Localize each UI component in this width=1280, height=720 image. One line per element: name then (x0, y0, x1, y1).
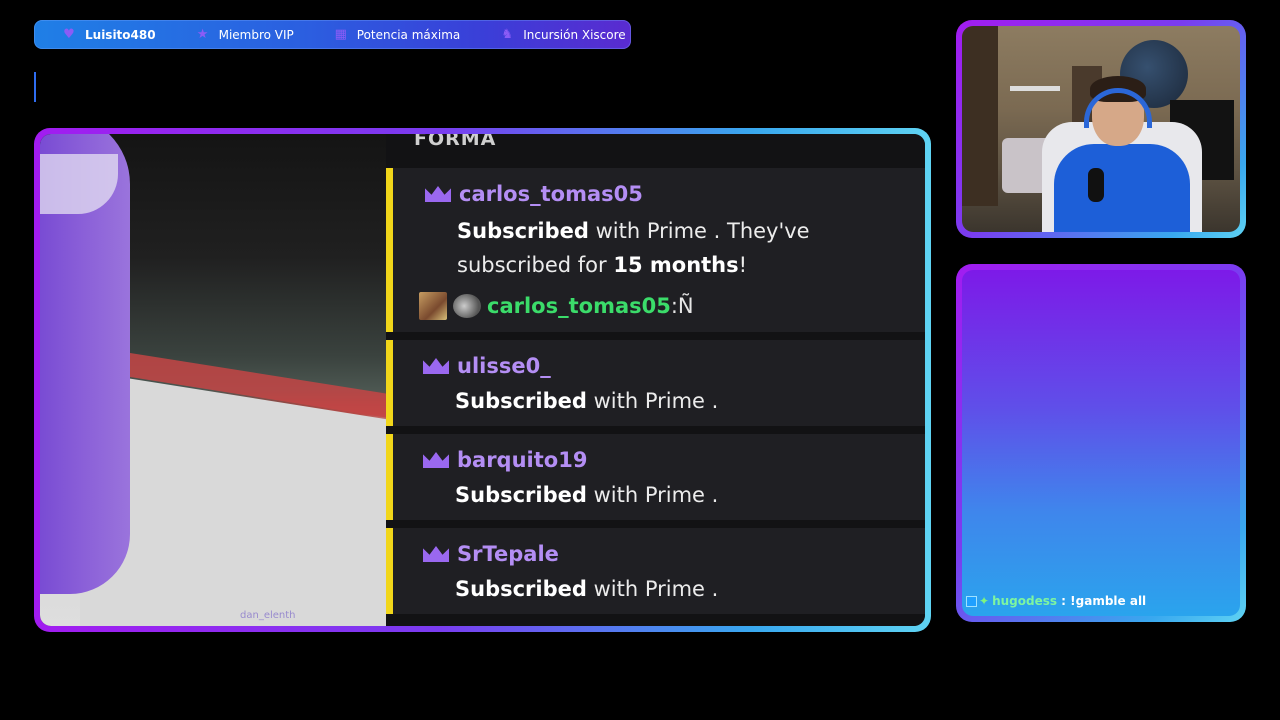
crown-icon (425, 186, 451, 202)
emote-badge-icon (453, 294, 481, 318)
gift-icon: ▦ (334, 27, 347, 42)
sub-message-rest: with Prime . (586, 389, 719, 413)
badge-icon (966, 595, 977, 607)
sub-message-bold: Subscribed (455, 389, 587, 413)
chat-overlay-separator: : (1057, 594, 1071, 608)
video-watermark: dan_elenth (240, 610, 296, 621)
webcam-shelf (1010, 86, 1060, 91)
crown-icon (423, 452, 449, 468)
crown-icon (423, 546, 449, 562)
sub-message-bold: Subscribed (455, 577, 587, 601)
main-video: dan_elenth FORMA carlos_tomas05 Subscrib… (40, 134, 925, 626)
chat-overlay-username: hugodess (992, 594, 1057, 608)
sub-message: Subscribed with Prime . (455, 384, 718, 418)
main-video-frame: dan_elenth FORMA carlos_tomas05 Subscrib… (34, 128, 931, 632)
sub-name-row: carlos_tomas05 (425, 182, 643, 206)
chat-text: Ñ (677, 294, 694, 318)
subscription-feed: FORMA carlos_tomas05 Subscribed with Pri… (386, 134, 925, 626)
sub-card: ulisse0_ Subscribed with Prime . (386, 340, 925, 426)
webcam-frame (956, 20, 1246, 238)
sub-card: carlos_tomas05 Subscribed with Prime . T… (386, 168, 925, 332)
sub-username: barquito19 (457, 448, 588, 472)
chat-message: ✦ hugodess : !gamble all (966, 594, 1146, 608)
heart-icon: ♥ (63, 27, 75, 42)
chat-overlay-frame: ✦ hugodess : !gamble all (956, 264, 1246, 622)
chat-overlay-text: !gamble all (1070, 594, 1147, 608)
alert-raid: ♞ Incursión Xiscore (500, 28, 625, 42)
sub-username: carlos_tomas05 (459, 182, 643, 206)
sub-badge-icon (419, 292, 447, 320)
sparkle-icon: ✦ (979, 594, 990, 608)
microphone-icon (1088, 168, 1104, 202)
alerts-bar: ♥ Luisito480 ★ Miembro VIP ▦ Potencia má… (34, 20, 631, 49)
sub-months: 15 months (613, 253, 739, 277)
sub-message-bold: Subscribed (455, 483, 587, 507)
crown-icon (423, 358, 449, 374)
alert-vip: ★ Miembro VIP (196, 28, 294, 42)
raid-icon: ♞ (501, 27, 514, 42)
alert-vip-label: Miembro VIP (218, 27, 294, 42)
star-icon: ★ (196, 27, 209, 42)
webcam-door (962, 26, 998, 206)
sub-name-row: ulisse0_ (423, 354, 551, 378)
game-scene: dan_elenth (40, 134, 400, 626)
webcam-feed (962, 26, 1240, 232)
streamer-shirt (1054, 144, 1190, 232)
alert-raid-label: Incursión Xiscore (523, 27, 626, 42)
sub-username: SrTepale (457, 542, 559, 566)
sub-message-rest: with Prime . They've (588, 219, 810, 243)
sub-card: barquito19 Subscribed with Prime . (386, 434, 925, 520)
sub-message-end: ! (738, 253, 748, 277)
alert-follower: ♥ Luisito480 (62, 27, 156, 42)
chat-separator: : (670, 294, 678, 318)
sub-card: SrTepale Subscribed with Prime . (386, 528, 925, 614)
alert-follower-label: Luisito480 (85, 27, 156, 42)
sub-message-line2: subscribed for (457, 253, 614, 277)
sub-message-rest: with Prime . (586, 483, 719, 507)
sub-message: Subscribed with Prime . (455, 572, 718, 606)
chat-overlay: ✦ hugodess : !gamble all (962, 270, 1240, 616)
sub-message-bold: Subscribed (457, 219, 589, 243)
sub-name-row: SrTepale (423, 542, 559, 566)
feed-header-fragment: FORMA (414, 134, 497, 150)
sub-message: Subscribed with Prime . They've subscrib… (457, 214, 810, 282)
chat-line: carlos_tomas05: Ñ (419, 292, 694, 320)
chat-username: carlos_tomas05 (487, 294, 671, 318)
sub-message-rest: with Prime . (586, 577, 719, 601)
sub-username: ulisse0_ (457, 354, 551, 378)
alert-gift: ▦ Potencia máxima (334, 27, 461, 42)
text-cursor (34, 72, 36, 102)
sub-name-row: barquito19 (423, 448, 587, 472)
alert-gift-label: Potencia máxima (356, 27, 461, 42)
sub-message: Subscribed with Prime . (455, 478, 718, 512)
